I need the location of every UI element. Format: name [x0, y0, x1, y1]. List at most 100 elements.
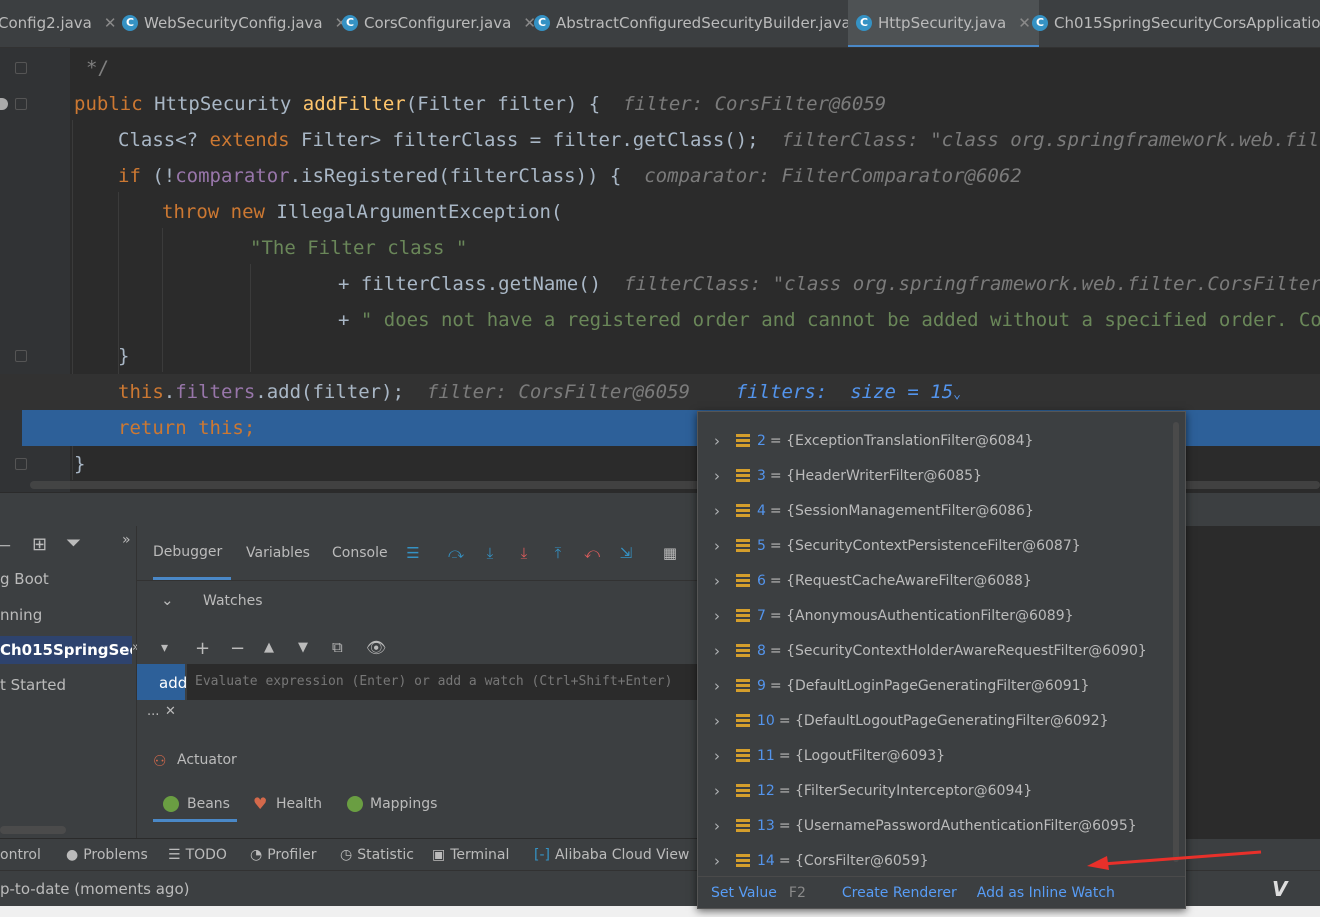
tool-todo[interactable]: ☰ TODO — [168, 839, 227, 871]
chevron-right-icon[interactable]: › — [698, 852, 728, 870]
tab-debugger[interactable]: Debugger — [153, 526, 231, 580]
chevron-down-icon[interactable]: ⌄ — [953, 387, 961, 402]
step-into-icon[interactable]: ⤓ — [481, 544, 499, 562]
tab-corsconfigurer[interactable]: C CorsConfigurer.java ✕ — [342, 0, 536, 46]
tab-abstractconfiguredsecuritybuilder[interactable]: C AbstractConfiguredSecurityBuilder.java… — [534, 0, 875, 46]
create-renderer-link[interactable]: Create Renderer — [842, 885, 957, 901]
force-step-into-icon[interactable]: ⤓ — [515, 544, 533, 562]
tab-beans[interactable]: Beans — [153, 792, 237, 822]
filter-list-item[interactable]: › 9 = {DefaultLoginPageGeneratingFilter@60… — [698, 668, 1185, 703]
profiler-icon: ◔ — [250, 847, 263, 863]
filter-icon[interactable]: ⏷ — [66, 532, 81, 554]
field-icon — [736, 434, 750, 447]
inline-watch-value[interactable]: size = 15 — [850, 381, 953, 403]
watch-item-selected[interactable]: add — [137, 664, 187, 700]
group-icon[interactable]: ⊞ — [32, 534, 47, 555]
item-value: = {DefaultLoginPageGeneratingFilter@6091… — [769, 677, 1090, 694]
tool-profiler[interactable]: ◔ Profiler — [250, 839, 317, 871]
vertical-scrollbar[interactable] — [1173, 422, 1179, 862]
evaluate-icon[interactable]: ▦ — [661, 544, 679, 562]
chevron-right-icon[interactable]: › — [698, 607, 728, 625]
tool-problems[interactable]: ● Problems — [66, 839, 148, 871]
code-line: public HttpSecurity addFilter(Filter fil… — [0, 86, 1320, 122]
field-name: comparator — [175, 165, 290, 187]
filter-list-item[interactable]: › 8 = {SecurityContextHolderAwareRequestFi… — [698, 633, 1185, 668]
code-line: + filterClass.getName() filterClass: "cl… — [0, 266, 1320, 302]
add-icon[interactable]: + — [195, 638, 210, 659]
filters-value-popup[interactable]: › 2 = {ExceptionTranslationFilter@6084} › 3 =… — [697, 411, 1186, 909]
tab-httpsecurity[interactable]: C HttpSecurity.java ✕ — [848, 0, 1039, 47]
filter-list-item[interactable]: › 10 = {DefaultLogoutPageGeneratingFilter@… — [698, 703, 1185, 738]
service-item-spring-boot[interactable]: g Boot — [0, 570, 49, 588]
close-icon[interactable]: ✕ — [104, 14, 117, 32]
tool-alibaba-cloud[interactable]: [-] Alibaba Cloud View — [534, 839, 689, 871]
chevron-right-icon[interactable]: › — [698, 537, 728, 555]
tab-application[interactable]: C Ch015SpringSecurityCorsApplication.jav — [1032, 0, 1320, 46]
keyword: if — [118, 165, 141, 187]
chevron-right-icon[interactable]: › — [698, 432, 728, 450]
tab-variables[interactable]: Variables — [246, 526, 310, 580]
chevron-right-icon[interactable]: › — [698, 467, 728, 485]
more-icon[interactable]: » — [122, 532, 131, 548]
add-inline-watch-link[interactable]: Add as Inline Watch — [977, 885, 1115, 901]
chevron-right-icon[interactable]: › — [698, 782, 728, 800]
tab-websecurityconfig[interactable]: C WebSecurityConfig.java ✕ — [122, 0, 347, 46]
chevron-right-icon[interactable]: › — [698, 817, 728, 835]
drop-frame-icon[interactable]: ⤺ — [583, 544, 601, 562]
item-index: 6 — [757, 572, 766, 589]
keyword: extends — [209, 129, 290, 151]
move-up-icon[interactable]: ▲ — [264, 640, 274, 655]
chevron-right-icon[interactable]: › — [698, 677, 728, 695]
filter-list-item[interactable]: › 7 = {AnonymousAuthenticationFilter@6089} — [698, 598, 1185, 633]
chevron-down-icon[interactable]: ⌄ — [161, 591, 174, 609]
tab-console[interactable]: Console — [332, 526, 388, 580]
watch-expression-input[interactable]: Evaluate expression (Enter) or add a wat… — [187, 664, 697, 700]
step-over-icon[interactable]: ⤼ — [447, 544, 465, 562]
tool-terminal[interactable]: ▣ Terminal — [432, 839, 509, 871]
chevron-right-icon[interactable]: › — [698, 502, 728, 520]
filter-list-item[interactable]: › 2 = {ExceptionTranslationFilter@6084} — [698, 423, 1185, 458]
service-item-running[interactable]: nning — [0, 606, 42, 624]
keyword: new — [230, 201, 265, 223]
run-to-cursor-icon[interactable]: ⇲ — [617, 544, 635, 562]
menu-icon[interactable]: ☰ — [404, 544, 422, 562]
tab-config2[interactable]: Config2.java ✕ — [0, 0, 116, 46]
field-icon — [736, 609, 750, 622]
set-value-link[interactable]: Set Value — [711, 885, 777, 901]
filter-list-item[interactable]: › 12 = {FilterSecurityInterceptor@6094} — [698, 773, 1185, 808]
eye-icon[interactable]: 👁 — [366, 638, 386, 657]
horizontal-scrollbar[interactable] — [0, 826, 66, 834]
filter-list-item[interactable]: › 5 = {SecurityContextPersistenceFilter@60… — [698, 528, 1185, 563]
close-icon[interactable]: ✕ — [1018, 14, 1031, 32]
filter-list-item[interactable]: › 13 = {UsernamePasswordAuthenticationFilt… — [698, 808, 1185, 843]
inline-watch-label[interactable]: filters: — [736, 381, 828, 403]
copy-icon[interactable]: ⧉ — [332, 638, 343, 656]
keyword: throw — [162, 201, 220, 223]
chevron-right-icon[interactable]: › — [698, 642, 728, 660]
move-down-icon[interactable]: ▼ — [298, 640, 308, 655]
step-out-icon[interactable]: ⤒ — [549, 544, 567, 562]
service-item-not-started[interactable]: t Started — [0, 676, 66, 694]
tab-health[interactable]: Health — [276, 796, 322, 812]
tool-version-control[interactable]: ontrol — [0, 839, 41, 871]
class-icon: C — [534, 15, 550, 31]
field-icon — [736, 539, 750, 552]
close-icon[interactable]: ✕ — [165, 704, 176, 719]
tool-statistic[interactable]: ◷ Statistic — [340, 839, 414, 871]
filter-list-item[interactable]: › 11 = {LogoutFilter@6093} — [698, 738, 1185, 773]
remove-icon[interactable]: − — [230, 638, 245, 659]
filter-list-item[interactable]: › 3 = {HeaderWriterFilter@6085} — [698, 458, 1185, 493]
chevron-right-icon[interactable]: › — [698, 712, 728, 730]
tab-mappings[interactable]: Mappings — [370, 796, 437, 812]
collapse-icon[interactable]: ⊢ — [0, 536, 12, 557]
filter-list-item[interactable]: › 4 = {SessionManagementFilter@6086} — [698, 493, 1185, 528]
vim-icon[interactable]: V — [1272, 877, 1287, 901]
chevron-down-icon[interactable]: ▾ — [161, 640, 168, 656]
service-item-app[interactable]: Ch015SpringSecurit — [0, 636, 132, 664]
chevron-right-icon[interactable]: › — [698, 747, 728, 765]
filter-list-item[interactable]: › 6 = {RequestCacheAwareFilter@6088} — [698, 563, 1185, 598]
mappings-icon — [347, 796, 363, 812]
chevron-right-icon[interactable]: › — [698, 572, 728, 590]
inline-value-hint: filterClass: "class org.springframework.… — [781, 129, 1320, 151]
cloud-icon: [-] — [534, 847, 550, 863]
